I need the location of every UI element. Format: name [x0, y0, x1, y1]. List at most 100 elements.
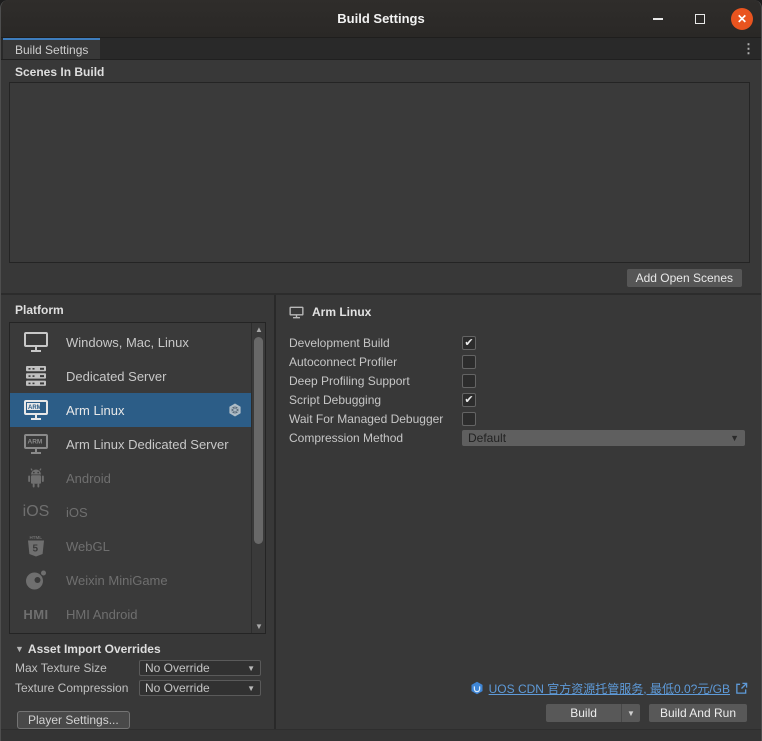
platform-scrollbar[interactable]: ▲ ▼	[251, 323, 265, 633]
monitor-icon	[20, 329, 52, 355]
scrollbar-up-arrow-icon[interactable]: ▲	[252, 323, 265, 336]
chevron-down-icon: ▼	[730, 432, 739, 443]
development-build-checkbox[interactable]: ✔	[462, 335, 476, 350]
script-debugging-label: Script Debugging	[289, 392, 382, 407]
wait-for-managed-debugger-label: Wait For Managed Debugger	[289, 411, 444, 426]
texture-compression-label: Texture Compression	[15, 681, 129, 695]
asset-overrides-foldout[interactable]: ▼ Asset Import Overrides	[6, 642, 274, 656]
server-icon	[20, 363, 52, 389]
maximize-button[interactable]	[689, 8, 711, 30]
arm-monitor-icon: ARM	[20, 397, 52, 423]
platform-item-webgl[interactable]: HTML 5 WebGL	[10, 529, 251, 563]
svg-text:ARM: ARM	[28, 405, 42, 411]
wait-for-managed-debugger-checkbox[interactable]: ✔	[462, 411, 476, 426]
deep-profiling-support-row: Deep Profiling Support ✔	[289, 371, 745, 390]
platform-list: Windows, Mac, Linux Dedicated Server ARM…	[9, 322, 266, 634]
platform-item-arm-linux[interactable]: ARM Arm Linux	[10, 393, 251, 427]
titlebar: Build Settings ✕	[1, 0, 761, 38]
texture-compression-row: Texture Compression No Override ▼	[6, 680, 274, 696]
dropdown-value: Default	[468, 430, 507, 445]
monitor-small-icon	[289, 306, 304, 319]
platform-item-label: HMI Android	[66, 606, 138, 622]
platform-item-label: iOS	[66, 504, 88, 520]
hmi-icon: HMI	[23, 606, 49, 622]
window-bottom-edge	[1, 729, 761, 741]
texture-compression-dropdown[interactable]: No Override ▼	[139, 680, 261, 696]
platform-settings-panel: Arm Linux Development Build ✔ Autoconnec…	[276, 295, 761, 729]
minimize-button[interactable]	[647, 8, 669, 30]
platform-item-label: Arm Linux Dedicated Server	[66, 436, 229, 452]
compression-method-row: Compression Method Default ▼	[289, 428, 745, 447]
platform-item-label: Arm Linux	[66, 402, 125, 418]
build-dropdown-arrow[interactable]: ▼	[620, 704, 640, 722]
scenes-list[interactable]	[9, 82, 750, 263]
max-texture-size-label: Max Texture Size	[15, 661, 107, 675]
android-icon	[20, 465, 52, 491]
platform-item-android[interactable]: Android	[10, 461, 251, 495]
scenes-in-build-title: Scenes In Build	[15, 65, 105, 79]
max-texture-size-row: Max Texture Size No Override ▼	[6, 660, 274, 676]
svg-text:5: 5	[33, 544, 39, 555]
ios-icon: iOS	[22, 503, 50, 520]
platform-item-weixin-minigame[interactable]: Weixin MiniGame	[10, 563, 251, 597]
weixin-minigame-icon	[20, 567, 52, 593]
asset-overrides-title: Asset Import Overrides	[27, 642, 161, 656]
platform-item-label: Dedicated Server	[66, 368, 167, 384]
player-settings-row: Player Settings...	[1, 711, 274, 729]
wait-for-managed-debugger-row: Wait For Managed Debugger ✔	[289, 409, 745, 428]
kebab-menu-icon[interactable]: ⋮	[742, 38, 755, 60]
platform-item-ios[interactable]: iOS iOS	[10, 495, 251, 529]
tab-label: Build Settings	[15, 42, 89, 57]
settings-rows: Development Build ✔ Autoconnect Profiler…	[276, 319, 761, 447]
platform-item-label: WebGL	[66, 538, 110, 554]
platform-item-windows-mac-linux[interactable]: Windows, Mac, Linux	[10, 325, 251, 359]
close-button[interactable]: ✕	[731, 8, 753, 30]
asset-import-overrides-section: ▼ Asset Import Overrides Max Texture Siz…	[1, 634, 274, 696]
platform-item-dedicated-server[interactable]: Dedicated Server	[10, 359, 251, 393]
add-open-scenes-button[interactable]: Add Open Scenes	[626, 269, 742, 287]
arm-monitor-icon: ARM	[20, 431, 52, 457]
scrollbar-down-arrow-icon[interactable]: ▼	[252, 620, 265, 633]
chevron-down-icon: ▼	[247, 683, 255, 693]
build-settings-window: Build Settings ✕ Build Settings ⋮ Scenes…	[0, 0, 762, 741]
external-link-icon	[735, 682, 748, 695]
build-split-button: Build ▼	[546, 704, 640, 722]
compression-method-label: Compression Method	[289, 430, 404, 445]
platform-item-label: Weixin MiniGame	[66, 572, 168, 588]
platform-title: Platform	[15, 303, 64, 317]
uos-cdn-link[interactable]: UOS CDN 官方资源托管服务, 最低0.0?元/GB	[489, 680, 730, 697]
max-texture-size-dropdown[interactable]: No Override ▼	[139, 660, 261, 676]
build-button[interactable]: Build	[546, 704, 621, 722]
platform-item-label: Windows, Mac, Linux	[66, 334, 189, 350]
tab-build-settings[interactable]: Build Settings	[3, 38, 101, 59]
svg-text:HTML: HTML	[30, 535, 43, 540]
minimize-icon	[653, 18, 663, 20]
html5-icon: HTML 5	[20, 533, 52, 559]
autoconnect-profiler-checkbox[interactable]: ✔	[462, 354, 476, 369]
deep-profiling-support-checkbox[interactable]: ✔	[462, 373, 476, 388]
script-debugging-checkbox[interactable]: ✔	[462, 392, 476, 407]
add-scenes-row: Add Open Scenes	[1, 263, 761, 293]
platform-item-label: Android	[66, 470, 111, 486]
partial-circle-icon	[20, 633, 38, 634]
scrollbar-thumb[interactable]	[254, 337, 263, 544]
unity-cube-icon	[227, 402, 243, 418]
development-build-label: Development Build	[289, 335, 390, 350]
platform-item-partial[interactable]	[10, 631, 251, 634]
main-panels: Platform Windows, Mac, Linux Dedicated S…	[1, 295, 761, 729]
uos-logo-icon	[470, 681, 484, 695]
dropdown-value: No Override	[145, 681, 210, 695]
script-debugging-row: Script Debugging ✔	[289, 390, 745, 409]
foldout-triangle-icon: ▼	[15, 644, 24, 654]
window-title: Build Settings	[337, 11, 425, 26]
player-settings-button[interactable]: Player Settings...	[17, 711, 130, 729]
svg-text:ARM: ARM	[28, 439, 43, 446]
window-controls: ✕	[647, 0, 753, 38]
compression-method-dropdown[interactable]: Default ▼	[462, 429, 745, 446]
build-and-run-button[interactable]: Build And Run	[648, 704, 747, 722]
platform-item-arm-linux-dedicated-server[interactable]: ARM Arm Linux Dedicated Server	[10, 427, 251, 461]
platform-item-hmi-android[interactable]: HMI HMI Android	[10, 597, 251, 631]
autoconnect-profiler-label: Autoconnect Profiler	[289, 354, 398, 369]
tab-bar: Build Settings ⋮	[1, 38, 761, 60]
build-buttons-row: Build ▼ Build And Run	[276, 698, 761, 722]
